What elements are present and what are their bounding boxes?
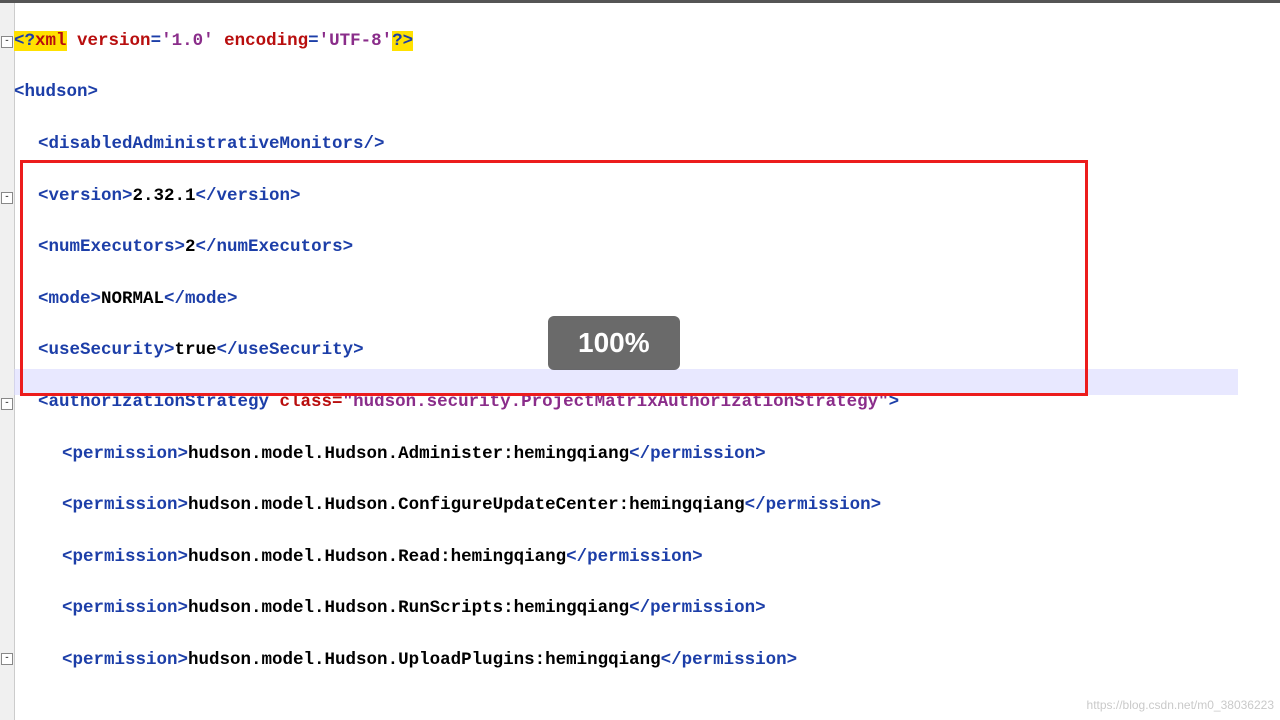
code-line: <disabledAdministrativeMonitors/> xyxy=(14,132,1280,158)
code-line: <permission>hudson.model.Hudson.Read:hem… xyxy=(14,545,1280,571)
code-line: <permission>hudson.model.Hudson.Configur… xyxy=(14,493,1280,519)
code-line: <permission>hudson.model.Hudson.UploadPl… xyxy=(14,648,1280,674)
fold-gutter: - - - - xyxy=(0,3,15,720)
code-area[interactable]: <?xml version='1.0' encoding='UTF-8'?> <… xyxy=(14,3,1280,720)
code-line: <mode>NORMAL</mode> xyxy=(14,287,1280,313)
code-line: <hudson> xyxy=(14,80,1280,106)
watermark-text: https://blog.csdn.net/m0_38036223 xyxy=(1087,693,1274,719)
code-line: <authorizationStrategy class="hudson.sec… xyxy=(14,390,1280,416)
code-line: <?xml version='1.0' encoding='UTF-8'?> xyxy=(14,29,1280,55)
fold-marker-icon[interactable]: - xyxy=(1,192,13,204)
fold-marker-icon[interactable]: - xyxy=(1,653,13,665)
code-editor[interactable]: - - - - <?xml version='1.0' encoding='UT… xyxy=(0,0,1280,720)
code-line: <permission>hudson.model.Hudson.RunScrip… xyxy=(14,596,1280,622)
code-line: <permission>hudson.model.Hudson.Administ… xyxy=(14,442,1280,468)
code-line: <useSecurity>true</useSecurity> xyxy=(14,338,1280,364)
code-line: <version>2.32.1</version> xyxy=(14,184,1280,210)
fold-marker-icon[interactable]: - xyxy=(1,398,13,410)
code-line: <numExecutors>2</numExecutors> xyxy=(14,235,1280,261)
fold-marker-icon[interactable]: - xyxy=(1,36,13,48)
